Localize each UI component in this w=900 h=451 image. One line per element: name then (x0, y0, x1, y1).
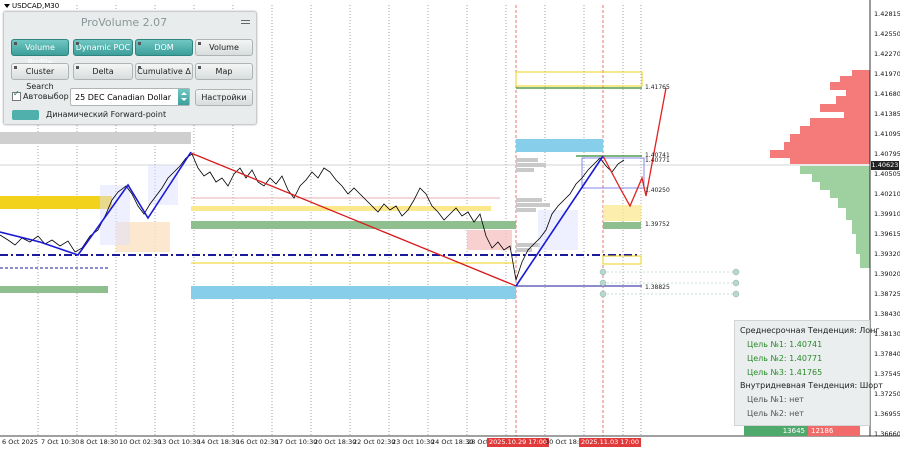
sell-volume: 12186 (808, 426, 860, 436)
blue-box-left-2 (148, 165, 178, 205)
price-tick-label: 1.37545 (874, 370, 900, 378)
green-zone-right (603, 222, 641, 229)
trend-info-box: Среднесрочная Тенденция: Лонг Цель №1: 1… (734, 320, 883, 426)
volume-profile-sell (770, 70, 870, 164)
volume-profile-button[interactable]: Volume Profile (11, 39, 69, 67)
green-zone-mid (191, 221, 516, 229)
delta-button[interactable]: Delta (73, 63, 133, 80)
dom-button[interactable]: DOM (135, 39, 193, 56)
yellow-box-right-2 (603, 205, 641, 221)
short-target-2: Цель №2: нет (747, 409, 804, 418)
instrument-select[interactable]: 25 DEC Canadian Dollar (70, 88, 190, 106)
price-tick-label: 1.40795 (874, 150, 900, 158)
date-tick-label: 13 Oct 10:30 (158, 438, 201, 446)
long-target-3: Цель №3: 1.41765 (747, 368, 823, 377)
price-tick-label: 1.38430 (874, 310, 900, 318)
blue-box-left (100, 185, 130, 245)
volume-profile-buy (800, 166, 870, 268)
current-price-tag: 1.40623 (871, 161, 899, 170)
target2-label: 1.40771 (645, 157, 670, 164)
price-tick-label: 1.41680 (874, 90, 900, 98)
panel-title: ProVolume 2.07 (80, 16, 168, 29)
price-tick-label: 1.41970 (874, 70, 900, 78)
intraday-trend-text: Внутридневная Тенденция: Шорт (740, 381, 883, 390)
price-series (0, 153, 625, 281)
blue-zone-top (516, 139, 603, 152)
up-trend-right (515, 155, 604, 287)
yellow-box-right (602, 255, 642, 265)
volume-balance-bar: 13645 12186 (744, 426, 860, 436)
autoselect-checkbox[interactable]: Автовыбор (12, 89, 69, 101)
price-tick-label: 1.37250 (874, 390, 900, 398)
date-tick-label: 14 Oct 18:30 (197, 438, 240, 446)
settings-button[interactable]: Настройки (195, 89, 253, 106)
date-tick-label: 23 Oct 10:30 (392, 438, 435, 446)
target3-label: 1.41765 (645, 84, 670, 91)
support-level-label: 1.39752 (645, 221, 670, 228)
forward-toggle[interactable] (12, 110, 39, 120)
price-tick-label: 1.42550 (874, 30, 900, 38)
date-tick-label: 8 Oct 18:30 (80, 438, 119, 446)
date-tick-label: 17 Oct 10:30 (275, 438, 318, 446)
price-tick-label: 1.39320 (874, 250, 900, 258)
price-tick-label: 1.41095 (874, 130, 900, 138)
yellow-zone-mid (191, 206, 491, 211)
low-level-label: 1.38825 (645, 284, 670, 291)
buy-volume: 13645 (744, 426, 808, 436)
pink-box (467, 230, 512, 250)
map-button[interactable]: Map (195, 63, 253, 80)
date-tick-label: 10 Oct 02:30 (119, 438, 162, 446)
price-tick-label: 1.38725 (874, 290, 900, 298)
yellow-zone-left (0, 196, 112, 209)
date-marker-1: 2025.10.29 17:00 (487, 438, 550, 447)
blue-zone-bottom (191, 286, 516, 299)
provolume-panel[interactable]: ProVolume 2.07 Volume Profile Dynamic PO… (3, 11, 257, 125)
date-tick-label: 20 Oct 18:30 (314, 438, 357, 446)
green-zone-left (0, 286, 108, 293)
date-marker-2: 2025.11.03 17:00 (579, 438, 642, 447)
symbol-label: USDCAD,M30 (4, 2, 59, 10)
price-tick-label: 1.40210 (874, 190, 900, 198)
price-tick-label: 1.41385 (874, 110, 900, 118)
volume-button[interactable]: Volume (195, 39, 253, 56)
minimize-icon[interactable] (241, 17, 250, 26)
cluster-search-button[interactable]: Cluster Search (11, 63, 69, 91)
date-tick-label: 16 Oct 02:30 (236, 438, 279, 446)
cumulative-delta-button[interactable]: Cumulative Δ (135, 63, 193, 80)
spinner-icon[interactable] (178, 89, 189, 105)
mid-trend-text: Среднесрочная Тенденция: Лонг (740, 326, 880, 335)
price-tick-label: 1.42815 (874, 10, 900, 18)
date-tick-label: 7 Oct 10:30 (41, 438, 80, 446)
price-tick-label: 1.40505 (874, 170, 900, 178)
price-tick-label: 1.42270 (874, 50, 900, 58)
price-tick-label: 1.39615 (874, 230, 900, 238)
dynamic-poc-button[interactable]: Dynamic POC (73, 39, 133, 56)
price-tick-label: 1.36660 (874, 430, 900, 438)
checkbox-icon[interactable] (12, 89, 21, 101)
date-tick-label: 6 Oct 2025 (2, 438, 39, 446)
mid-level-label: 1.40250 (645, 187, 670, 194)
price-tick-label: 1.36955 (874, 410, 900, 418)
forward-label: Динамический Forward-point (46, 110, 167, 119)
long-target-2: Цель №2: 1.40771 (747, 354, 823, 363)
gray-zone (0, 132, 191, 144)
down-trend (190, 152, 517, 287)
date-tick-label: 22 Oct 02:30 (353, 438, 396, 446)
price-tick-label: 1.39020 (874, 270, 900, 278)
price-tick-label: 1.39910 (874, 210, 900, 218)
short-target-1: Цель №1: нет (747, 395, 804, 404)
long-target-1: Цель №1: 1.40741 (747, 340, 823, 349)
price-tick-label: 1.37840 (874, 350, 900, 358)
